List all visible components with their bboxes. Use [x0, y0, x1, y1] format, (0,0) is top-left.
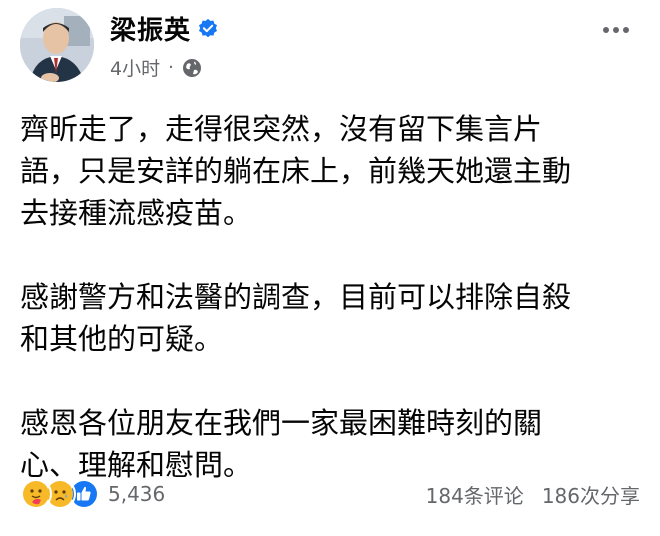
text-line: 齊昕走了，走得很突然，沒有留下集言片	[20, 112, 543, 146]
reaction-summary[interactable]: 5,436	[20, 478, 165, 510]
text-line: 感恩各位朋友在我們一家最困難時刻的關	[20, 406, 543, 440]
shares-count[interactable]: 186次分享	[542, 480, 640, 509]
care-reaction-icon	[20, 478, 52, 510]
post-time[interactable]: 4小时	[110, 54, 160, 81]
more-horizontal-icon	[603, 27, 629, 33]
avatar-image	[20, 8, 94, 82]
globe-icon[interactable]	[182, 58, 202, 78]
meta-separator: ·	[168, 57, 174, 78]
text-line: 去接種流感疫苗。	[20, 196, 253, 230]
text-line: 語，只是安詳的躺在床上，前幾天她還主動	[20, 154, 572, 188]
post-footer: 5,436 184条评论 186次分享	[20, 476, 640, 510]
text-line: 和其他的可疑。	[20, 322, 224, 356]
text-line: 感謝警方和法醫的調查，目前可以排除自殺	[20, 280, 572, 314]
post-meta: 4小时 ·	[110, 54, 202, 81]
reaction-count[interactable]: 5,436	[108, 482, 165, 506]
post-header: 梁振英 4小时 ·	[20, 8, 640, 84]
avatar[interactable]	[20, 8, 94, 82]
post-paragraph: 感恩各位朋友在我們一家最困難時刻的關 心、理解和慰問。	[20, 402, 640, 486]
author-name[interactable]: 梁振英	[110, 10, 219, 47]
author-name-text[interactable]: 梁振英	[110, 10, 191, 47]
more-options-button[interactable]	[596, 16, 636, 44]
post-body: 齊昕走了，走得很突然，沒有留下集言片 語，只是安詳的躺在床上，前幾天她還主動 去…	[20, 108, 640, 528]
post-paragraph: 齊昕走了，走得很突然，沒有留下集言片 語，只是安詳的躺在床上，前幾天她還主動 去…	[20, 108, 640, 234]
facebook-post: 梁振英 4小时 · 齊昕走了，走得很突然，沒有留下集言片 語，只是安詳的躺在床上…	[0, 0, 660, 536]
verified-badge-icon	[199, 18, 217, 37]
post-paragraph: 感謝警方和法醫的調查，目前可以排除自殺 和其他的可疑。	[20, 276, 640, 360]
comments-count[interactable]: 184条评论	[426, 480, 524, 509]
engagement-stats: 184条评论 186次分享	[426, 480, 640, 509]
